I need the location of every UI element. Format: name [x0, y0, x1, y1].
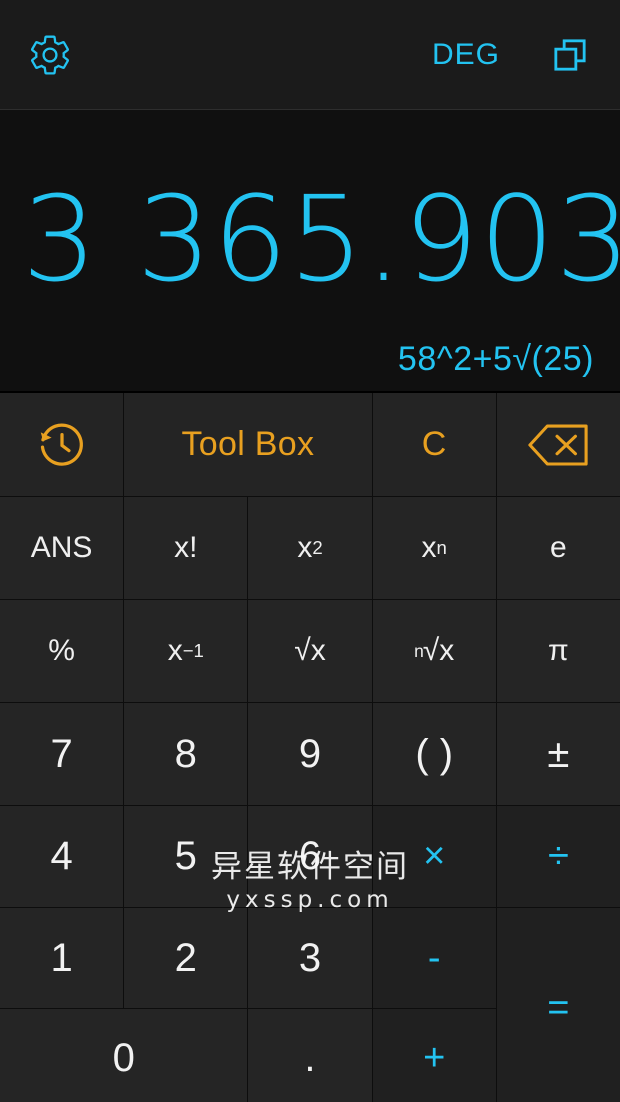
- sign-toggle-key[interactable]: ±: [496, 703, 620, 805]
- divide-key[interactable]: ÷: [496, 806, 620, 907]
- digit-4-key[interactable]: 4: [0, 806, 124, 907]
- backspace-icon: [528, 423, 589, 466]
- tool-box-button[interactable]: Tool Box: [124, 393, 372, 496]
- copy-result-button[interactable]: [542, 27, 598, 83]
- settings-button[interactable]: [22, 27, 78, 83]
- expression-text: 58^2+5√(25): [397, 340, 594, 378]
- gear-icon: [31, 35, 69, 75]
- power-key[interactable]: xn: [372, 497, 496, 599]
- multiply-key[interactable]: ×: [372, 806, 496, 907]
- nth-root-key-radical: √x: [422, 634, 455, 667]
- parentheses-key[interactable]: ( ): [372, 703, 496, 805]
- nth-root-key[interactable]: n √x: [372, 600, 496, 702]
- calculator-display[interactable]: 3 365.9037 58^2+5√(25): [0, 110, 620, 393]
- history-clock-icon: [40, 422, 83, 466]
- app-header: DEG: [0, 0, 620, 110]
- calculator-app: DEG 3 365.9037 58^2+5√(25) Tool Box C: [0, 0, 620, 1102]
- digit-3-key[interactable]: 3: [248, 908, 372, 1008]
- equals-key[interactable]: =: [496, 908, 620, 1102]
- clear-button[interactable]: C: [372, 393, 496, 496]
- copy-icon: [554, 39, 586, 71]
- digit-0-key[interactable]: 0: [0, 1009, 248, 1102]
- digit-2-key[interactable]: 2: [124, 908, 248, 1008]
- digit-1-key[interactable]: 1: [0, 908, 124, 1008]
- euler-key[interactable]: e: [496, 497, 620, 599]
- square-key[interactable]: x2: [248, 497, 372, 599]
- digit-8-key[interactable]: 8: [124, 703, 248, 805]
- minus-key[interactable]: -: [372, 908, 496, 1008]
- reciprocal-key-base: x: [167, 634, 183, 667]
- plus-key[interactable]: +: [372, 1009, 496, 1102]
- decimal-point-key[interactable]: .: [248, 1009, 372, 1102]
- pi-key[interactable]: π: [496, 600, 620, 702]
- digit-9-key[interactable]: 9: [248, 703, 372, 805]
- digit-5-key[interactable]: 5: [124, 806, 248, 907]
- digit-7-key[interactable]: 7: [0, 703, 124, 805]
- angle-mode-toggle[interactable]: DEG: [432, 38, 500, 72]
- ans-key[interactable]: ANS: [0, 497, 124, 599]
- reciprocal-key[interactable]: x −1: [124, 600, 248, 702]
- power-key-base: x: [421, 531, 437, 564]
- digit-6-key[interactable]: 6: [248, 806, 372, 907]
- square-key-base: x: [297, 531, 313, 564]
- percent-key[interactable]: %: [0, 600, 124, 702]
- keypad: Tool Box C ANS x! x2 xn e % x −1 √x n √x π…: [0, 393, 620, 1102]
- backspace-button[interactable]: [496, 393, 620, 496]
- result-value: 3 365.9037: [22, 170, 620, 308]
- factorial-key[interactable]: x!: [124, 497, 248, 599]
- sqrt-key[interactable]: √x: [248, 600, 372, 702]
- history-button[interactable]: [0, 393, 124, 496]
